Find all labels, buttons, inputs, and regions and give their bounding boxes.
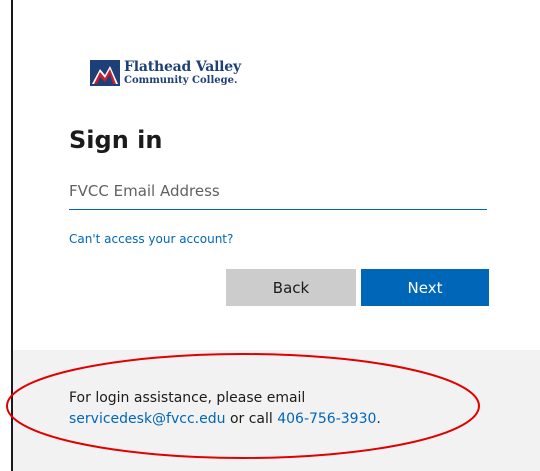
email-field[interactable]: [69, 175, 487, 207]
logo-title: Flathead Valley: [124, 59, 241, 75]
sign-in-page: Flathead Valley Community College. Sign …: [0, 0, 540, 471]
servicedesk-email-link[interactable]: servicedesk@fvcc.edu: [69, 411, 225, 427]
logo-subtitle: Community College.: [124, 75, 238, 86]
help-text: For login assistance, please email servi…: [69, 388, 381, 430]
mountain-logo-icon: [90, 60, 120, 86]
help-text-or-call: or call: [229, 411, 273, 427]
next-button[interactable]: Next: [361, 269, 489, 306]
page-title: Sign in: [69, 126, 163, 154]
fvcc-logo: Flathead Valley Community College.: [90, 60, 241, 86]
phone-number-link[interactable]: 406-756-3930: [277, 411, 376, 427]
email-field-container: [69, 175, 487, 210]
back-button[interactable]: Back: [226, 269, 356, 306]
help-text-period: .: [376, 411, 381, 427]
help-footer: For login assistance, please email servi…: [13, 350, 540, 471]
help-text-intro: For login assistance, please email: [69, 390, 306, 406]
cant-access-account-link[interactable]: Can't access your account?: [69, 232, 233, 246]
